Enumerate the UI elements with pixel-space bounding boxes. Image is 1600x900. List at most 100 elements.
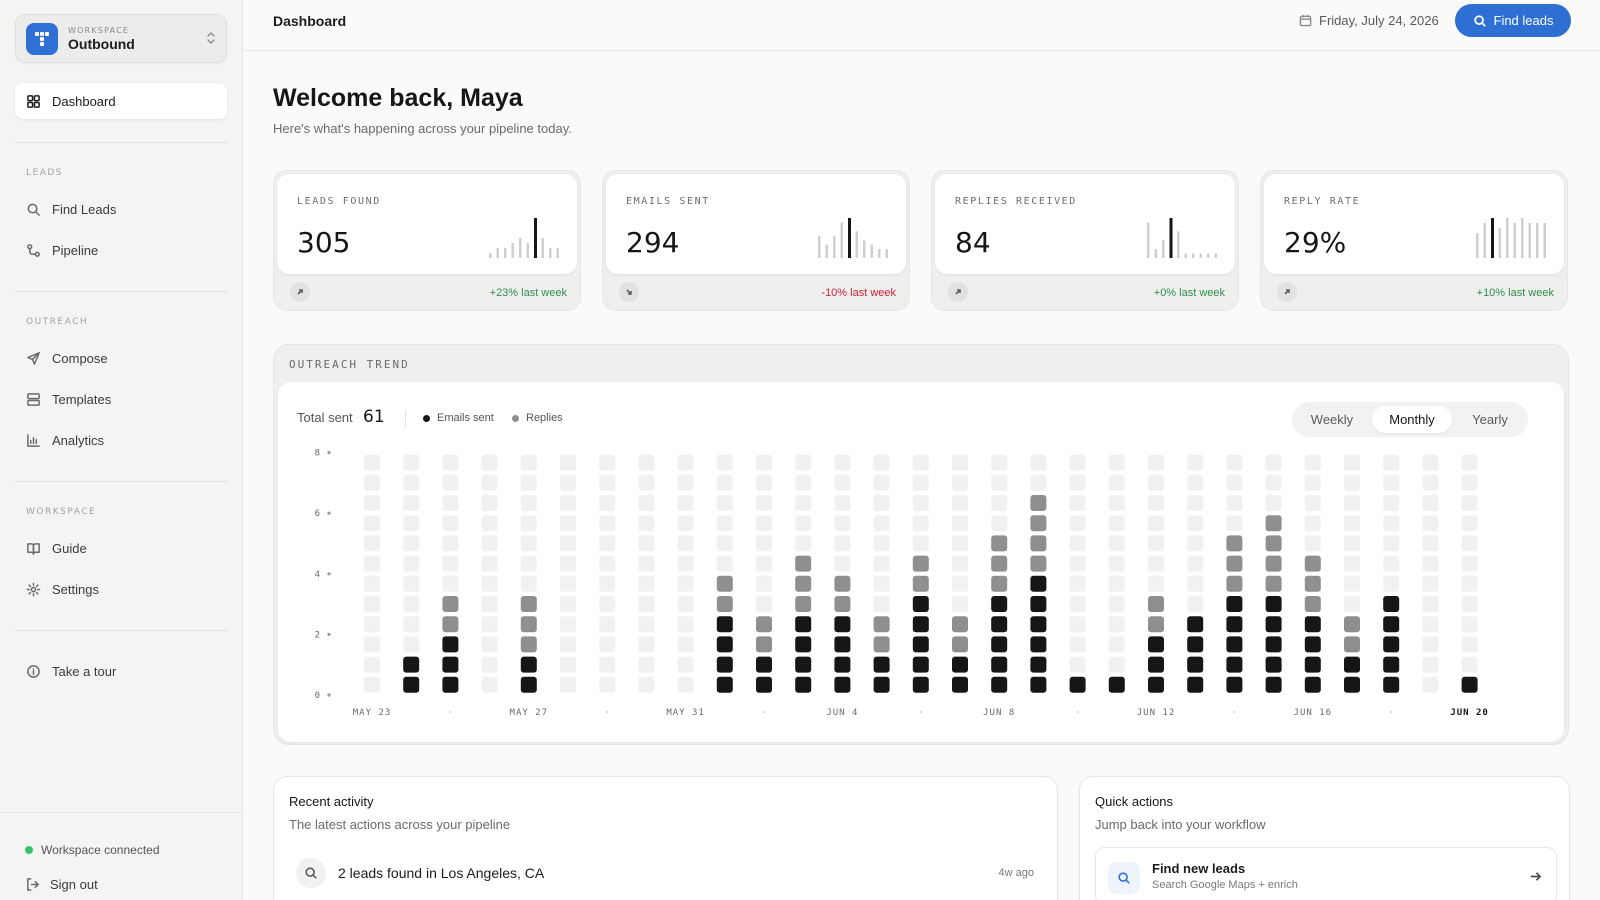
sparkline-bar bbox=[1162, 240, 1165, 258]
empty-cell bbox=[677, 656, 694, 673]
empty-cell bbox=[1069, 495, 1086, 511]
empty-cell bbox=[403, 596, 420, 612]
empty-cell bbox=[1383, 535, 1400, 552]
nav-compose[interactable]: Compose bbox=[15, 340, 227, 376]
outreach-trend-card: Total sent 61 Emails sent Replies Weekly… bbox=[278, 382, 1564, 742]
legend-dot-icon bbox=[512, 414, 519, 422]
tab-yearly[interactable]: Yearly bbox=[1456, 406, 1524, 433]
empty-cell bbox=[1265, 474, 1282, 491]
emails-sent-cell bbox=[1344, 656, 1360, 673]
emails-sent-cell bbox=[1069, 676, 1086, 693]
emails-sent-cell bbox=[520, 676, 537, 693]
empty-cell bbox=[560, 616, 576, 633]
nav-dashboard[interactable]: Dashboard bbox=[15, 83, 227, 119]
emails-sent-cell bbox=[912, 596, 929, 612]
sparkline-bar bbox=[878, 249, 881, 258]
find-leads-button[interactable]: Find leads bbox=[1455, 4, 1571, 37]
nav-guide[interactable]: Guide bbox=[15, 530, 227, 566]
empty-cell bbox=[1461, 575, 1478, 592]
replies-cell bbox=[1265, 535, 1282, 552]
emails-sent-cell bbox=[1304, 676, 1321, 693]
empty-cell bbox=[403, 454, 420, 471]
nav-find-leads[interactable]: Find Leads bbox=[15, 191, 227, 227]
sparkline-bar bbox=[519, 238, 522, 258]
tab-weekly[interactable]: Weekly bbox=[1296, 406, 1368, 433]
stat-card-reply-rate: REPLY RATE 29% +10% last week bbox=[1260, 170, 1568, 311]
empty-cell bbox=[912, 474, 929, 491]
empty-cell bbox=[1030, 454, 1047, 471]
empty-cell bbox=[1383, 515, 1400, 532]
nav-settings[interactable]: Settings bbox=[15, 571, 227, 607]
empty-cell bbox=[638, 575, 655, 592]
empty-cell bbox=[481, 596, 498, 612]
empty-cell bbox=[1461, 535, 1478, 552]
empty-cell bbox=[1383, 575, 1400, 592]
emails-sent-cell bbox=[1226, 636, 1243, 653]
empty-cell bbox=[599, 596, 616, 612]
nav-templates-label: Templates bbox=[52, 391, 112, 407]
empty-cell bbox=[952, 454, 968, 471]
stat-label: EMAILS SENT bbox=[626, 196, 710, 207]
nav-pipeline[interactable]: Pipeline bbox=[15, 232, 227, 268]
stat-value: 294 bbox=[626, 226, 680, 259]
empty-cell bbox=[795, 495, 812, 511]
emails-sent-cell bbox=[952, 656, 968, 673]
x-tick-label: JUN 16 bbox=[1294, 708, 1333, 718]
sidebar-divider bbox=[15, 291, 227, 292]
empty-cell bbox=[1108, 474, 1125, 491]
empty-cell bbox=[442, 575, 459, 592]
x-tick-dot bbox=[1233, 711, 1236, 713]
empty-cell bbox=[520, 555, 537, 572]
empty-cell bbox=[1108, 636, 1125, 653]
sign-out-button[interactable]: Sign out bbox=[25, 877, 98, 892]
empty-cell bbox=[1422, 515, 1439, 532]
empty-cell bbox=[677, 636, 694, 653]
legend-replies: Replies bbox=[512, 412, 563, 424]
activity-item[interactable]: 2 leads found in Los Angeles, CA 4w ago bbox=[296, 857, 1034, 889]
empty-cell bbox=[599, 636, 616, 653]
empty-cell bbox=[1383, 454, 1400, 471]
empty-cell bbox=[873, 555, 890, 572]
empty-cell bbox=[1069, 535, 1086, 552]
tab-monthly[interactable]: Monthly bbox=[1372, 406, 1452, 433]
emails-sent-cell bbox=[1148, 676, 1164, 693]
empty-cell bbox=[364, 575, 380, 592]
empty-cell bbox=[1344, 515, 1360, 532]
emails-sent-cell bbox=[834, 676, 851, 693]
empty-cell bbox=[1069, 616, 1086, 633]
search-icon bbox=[27, 203, 40, 216]
stat-value: 29% bbox=[1284, 226, 1347, 259]
empty-cell bbox=[1383, 474, 1400, 491]
replies-cell bbox=[520, 636, 537, 653]
empty-cell bbox=[716, 474, 733, 491]
sparkline bbox=[1147, 218, 1217, 258]
sparkline-bar bbox=[885, 249, 888, 258]
quick-action-find-new-leads[interactable]: Find new leads Search Google Maps + enri… bbox=[1095, 847, 1557, 900]
total-sent-label: Total sent bbox=[297, 410, 353, 425]
empty-cell bbox=[364, 515, 380, 532]
empty-cell bbox=[1069, 474, 1086, 491]
emails-sent-cell bbox=[1187, 676, 1204, 693]
empty-cell bbox=[716, 535, 733, 552]
empty-cell bbox=[873, 596, 890, 612]
nav-analytics[interactable]: Analytics bbox=[15, 422, 227, 458]
empty-cell bbox=[1422, 495, 1439, 511]
replies-cell bbox=[834, 575, 851, 592]
empty-cell bbox=[1422, 596, 1439, 612]
empty-cell bbox=[756, 555, 772, 572]
replies-cell bbox=[873, 636, 890, 653]
nav-templates[interactable]: Templates bbox=[15, 381, 227, 417]
top-header: Dashboard Friday, July 24, 2026 Find lea… bbox=[243, 0, 1600, 51]
emails-sent-cell bbox=[991, 616, 1008, 633]
sparkline-bar bbox=[556, 248, 559, 258]
emails-sent-cell bbox=[442, 676, 459, 693]
emails-sent-cell bbox=[442, 656, 459, 673]
workspace-switcher[interactable]: WORKSPACE Outbound bbox=[15, 14, 227, 63]
find-leads-button-label: Find leads bbox=[1493, 13, 1554, 28]
emails-sent-cell bbox=[1108, 676, 1125, 693]
emails-sent-cell bbox=[834, 636, 851, 653]
emails-sent-cell bbox=[1030, 656, 1047, 673]
nav-take-tour[interactable]: Take a tour bbox=[15, 653, 227, 689]
empty-cell bbox=[599, 515, 616, 532]
empty-cell bbox=[520, 495, 537, 511]
